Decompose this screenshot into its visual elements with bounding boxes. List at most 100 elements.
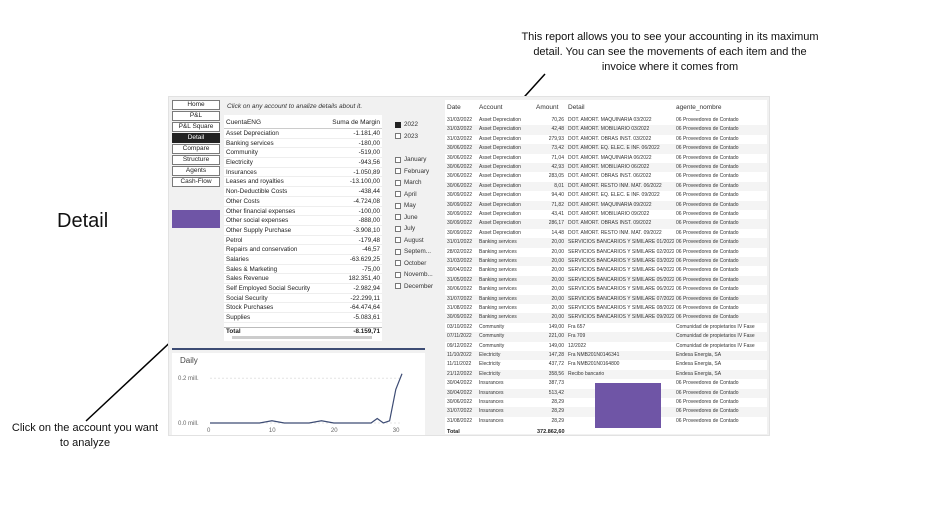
movement-row[interactable]: 30/09/2022 Asset Depreciation 286,17 DOT. A… <box>445 219 767 229</box>
account-row[interactable]: Social Security -22.299,11 <box>224 294 382 304</box>
filter-month[interactable]: December <box>395 281 445 293</box>
movement-row[interactable]: 31/07/2022 Banking services 20,00 SERVICIOS… <box>445 294 767 304</box>
movement-row[interactable]: 31/03/2022 Banking services 20,00 SERVICIOS… <box>445 257 767 267</box>
mov-date: 30/09/2022 <box>447 201 473 208</box>
filter-month[interactable]: April <box>395 189 445 201</box>
checkbox-icon <box>395 121 401 128</box>
mov-detail: DOT. AMORT. RESTO INM. MAT. 09/2022 <box>568 229 662 236</box>
account-row[interactable]: Electricity -943,56 <box>224 158 382 168</box>
movement-row[interactable]: 21/12/2022 Electricity 358,56 Recibo bancar… <box>445 369 767 380</box>
filter-month[interactable]: June <box>395 212 445 224</box>
account-row[interactable]: Sales Revenue 182.351,40 <box>224 274 382 284</box>
account-row[interactable]: Community -519,00 <box>224 148 382 159</box>
mov-account: Insurances <box>479 389 504 396</box>
filter-month[interactable]: January <box>395 154 445 166</box>
movement-row[interactable]: 30/09/2022 Asset Depreciation 94,40 DOT. AM… <box>445 191 767 200</box>
mov-account: Community <box>479 323 505 330</box>
mov-amount: 387,73 <box>548 380 564 387</box>
movement-row[interactable]: 30/09/2022 Asset Depreciation 43,41 DOT. AM… <box>445 210 767 219</box>
account-row[interactable]: Repairs and conservation -46,57 <box>224 245 382 255</box>
mov-amount: 283,05 <box>548 173 564 180</box>
movement-row[interactable]: 07/11/2022 Community 221,00 Fra 709 Comunida… <box>445 332 767 342</box>
filter-month[interactable]: March <box>395 177 445 189</box>
accounts-scrollbar[interactable] <box>232 336 372 339</box>
account-name: Supplies <box>226 314 251 322</box>
movement-row[interactable]: 30/06/2022 Asset Depreciation 8,01 DOT. AMO… <box>445 181 767 192</box>
checkbox-icon <box>395 168 401 175</box>
mov-account: Asset Depreciation <box>479 126 521 133</box>
movement-row[interactable]: 30/04/2022 Banking services 20,00 SERVICIOS… <box>445 266 767 275</box>
account-row[interactable]: Stock Purchases -64.474,64 <box>224 303 382 314</box>
filter-month[interactable]: May <box>395 200 445 212</box>
movement-row[interactable]: 30/09/2022 Asset Depreciation 14,48 DOT. AM… <box>445 229 767 238</box>
movement-row[interactable]: 30/06/2022 Asset Depreciation 73,42 DOT. AM… <box>445 144 767 154</box>
filter-month[interactable]: August <box>395 235 445 247</box>
mov-account: Electricity <box>479 370 501 377</box>
movement-row[interactable]: 31/03/2022 Asset Depreciation 42,48 DOT. AM… <box>445 125 767 135</box>
mov-col-agent[interactable]: agente_nombre <box>676 104 722 111</box>
account-row[interactable]: Salaries -63.629,25 <box>224 255 382 265</box>
account-row[interactable]: Leases and royalties -13.100,00 <box>224 177 382 188</box>
filter-year-2023[interactable]: 2023 <box>395 131 445 143</box>
nav-compare-button[interactable]: Compare <box>172 144 220 154</box>
account-row[interactable]: Other Costs -4.724,08 <box>224 197 382 207</box>
mov-detail: DOT. AMORT. MOBILIARIO 03/2022 <box>568 126 650 133</box>
mov-amount: 8,01 <box>554 182 564 189</box>
movement-row[interactable]: 11/11/2022 Electricity 437,72 Fra NMB201N01… <box>445 360 767 369</box>
movement-row[interactable]: 30/09/2022 Asset Depreciation 71,82 DOT. AM… <box>445 200 767 210</box>
movements-table: Date Account Amount Detail agente_nombre… <box>445 100 767 435</box>
account-row[interactable]: Sales & Marketing -75,00 <box>224 265 382 275</box>
mov-col-detail[interactable]: Detail <box>568 104 585 111</box>
account-row[interactable]: Banking services -180,00 <box>224 139 382 149</box>
nav-cashflow-button[interactable]: Cash-Flow <box>172 177 220 187</box>
movement-row[interactable]: 11/10/2022 Electricity 147,28 Fra NMB201N01… <box>445 351 767 361</box>
account-row[interactable]: Self Employed Social Security -2.982,94 <box>224 284 382 294</box>
filter-month[interactable]: October <box>395 258 445 270</box>
chart-xtick-label: 0 <box>207 428 211 434</box>
movement-row[interactable]: 31/03/2022 Asset Depreciation 279,93 DOT. A… <box>445 135 767 144</box>
movement-row[interactable]: 30/09/2022 Banking services 20,00 SERVICIOS… <box>445 313 767 323</box>
filter-month[interactable]: Novemb... <box>395 269 445 281</box>
filter-year-2022[interactable]: 2022 <box>395 119 445 131</box>
mov-col-amount[interactable]: Amount <box>536 104 558 111</box>
nav-structure-button[interactable]: Structure <box>172 155 220 165</box>
movement-row[interactable]: 09/12/2022 Community 149,00 12/2022 Comunida… <box>445 342 767 351</box>
movement-row[interactable]: 31/01/2022 Banking services 20,00 SERVICIOS… <box>445 238 767 248</box>
mov-amount: 20,00 <box>551 314 564 321</box>
nav-detail-button[interactable]: Detail <box>172 133 220 143</box>
movement-row[interactable]: 30/06/2022 Asset Depreciation 71,04 DOT. AM… <box>445 154 767 163</box>
account-row[interactable]: Asset Depreciation -1.181,40 <box>224 129 382 139</box>
account-row[interactable]: Other social expenses -888,00 <box>224 216 382 226</box>
mov-detail: SERVICIOS BANCARIOS Y SIMILARE 01/2022 <box>568 239 674 246</box>
movement-row[interactable]: 03/10/2022 Community 149,00 Fra 657 Comunida… <box>445 323 767 332</box>
nav-pl-square-button[interactable]: P&L Square <box>172 122 220 132</box>
movement-row[interactable]: 31/05/2022 Banking services 20,00 SERVICIOS… <box>445 275 767 286</box>
filter-month[interactable]: Septem... <box>395 246 445 258</box>
account-row[interactable]: Petrol -179,48 <box>224 236 382 246</box>
movement-row[interactable]: 31/03/2022 Asset Depreciation 70,26 DOT. AM… <box>445 116 767 125</box>
movement-row[interactable]: 30/06/2022 Asset Depreciation 42,93 DOT. AM… <box>445 163 767 173</box>
checkbox-icon <box>395 156 401 163</box>
nav-agents-button[interactable]: Agents <box>172 166 220 176</box>
filter-month[interactable]: July <box>395 223 445 235</box>
account-row[interactable]: Non-Deductible Costs -438,44 <box>224 187 382 197</box>
account-row[interactable]: Supplies -5.083,61 <box>224 313 382 323</box>
nav-pl-button[interactable]: P&L <box>172 111 220 121</box>
accounts-col-margin[interactable]: Suma de Margin <box>332 119 380 128</box>
account-row[interactable]: Insurances -1.050,89 <box>224 168 382 178</box>
filter-month[interactable]: February <box>395 166 445 178</box>
account-row[interactable]: Other financial expenses -100,00 <box>224 207 382 217</box>
chart-xtick-label: 10 <box>269 428 276 434</box>
mov-account: Banking services <box>479 295 517 302</box>
account-row[interactable]: Other Supply Purchase -3.908,10 <box>224 226 382 236</box>
mov-col-account[interactable]: Account <box>479 104 503 111</box>
annotation-top: This report allows you to see your accou… <box>521 31 819 73</box>
mov-col-date[interactable]: Date <box>447 104 461 111</box>
movement-row[interactable]: 28/02/2022 Banking services 20,00 SERVICIOS… <box>445 248 767 257</box>
movement-row[interactable]: 30/06/2022 Banking services 20,00 SERVICIOS… <box>445 285 767 294</box>
nav-home-button[interactable]: Home <box>172 100 220 110</box>
movement-row[interactable]: 31/08/2022 Banking services 20,00 SERVICIOS… <box>445 304 767 313</box>
accounts-col-account[interactable]: CuentaENG <box>226 119 261 128</box>
movement-row[interactable]: 30/06/2022 Asset Depreciation 283,05 DOT. A… <box>445 172 767 181</box>
mov-account: Asset Depreciation <box>479 229 521 236</box>
